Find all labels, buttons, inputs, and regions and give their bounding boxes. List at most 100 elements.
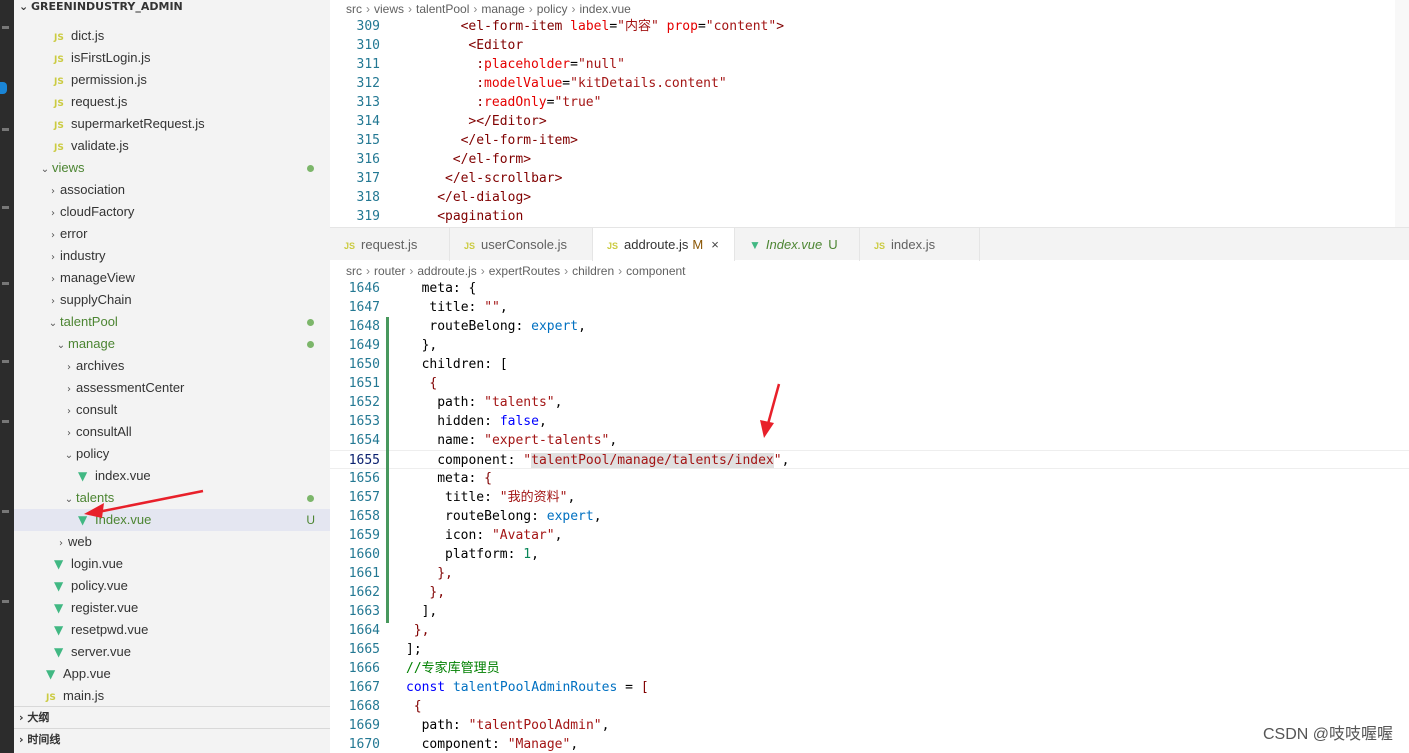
close-icon[interactable]: × xyxy=(711,237,719,252)
code-token: meta: { xyxy=(421,281,477,296)
tree-item[interactable]: JS isFirstLogin.js xyxy=(14,47,330,69)
tree-item[interactable]: ⌄ talents xyxy=(14,487,330,509)
tree-item[interactable]: ⌄ views xyxy=(14,157,330,179)
code-token: , xyxy=(593,509,602,524)
tree-item[interactable]: ▼ server.vue xyxy=(14,641,330,663)
tree-item-label: main.js xyxy=(63,688,105,703)
remote-icon[interactable] xyxy=(2,420,9,423)
breadcrumb-item[interactable]: src xyxy=(346,264,362,278)
line-number: 1666 xyxy=(348,661,380,676)
code-token: , xyxy=(781,453,790,468)
breadcrumb-item[interactable]: expertRoutes xyxy=(489,264,560,278)
update-badge-icon[interactable] xyxy=(0,82,7,94)
tree-item[interactable]: ▼ resetpwd.vue xyxy=(14,619,330,641)
tree-item-label: error xyxy=(60,226,88,241)
tree-item[interactable]: ⌄ manage xyxy=(14,333,330,355)
tree-item[interactable]: ▼ register.vue xyxy=(14,597,330,619)
code-line: 1659 icon: "Avatar", xyxy=(330,526,1409,545)
explorer-root[interactable]: ⌄ GREENINDUSTRY_ADMIN xyxy=(14,0,330,14)
tree-item[interactable]: ▼ App.vue xyxy=(14,663,330,685)
tree-item[interactable]: › manageView xyxy=(14,267,330,289)
docker-icon[interactable] xyxy=(2,600,9,603)
tree-item-label: resetpwd.vue xyxy=(71,622,149,637)
tree-item[interactable]: JS dict.js xyxy=(14,25,330,47)
code-text: ]; xyxy=(406,640,422,659)
scrollbar[interactable] xyxy=(1395,0,1409,227)
tree-item-label: manage xyxy=(68,336,115,351)
debug-icon[interactable] xyxy=(2,282,9,285)
code-text: </el-form> xyxy=(453,150,531,169)
tab-index-vue[interactable]: ▼ Index.vue U xyxy=(735,228,860,261)
tree-item[interactable]: › error xyxy=(14,223,330,245)
code-token: > xyxy=(523,190,532,205)
code-line: 1662}, xyxy=(330,583,1409,602)
timeline-section[interactable]: › 时间线 xyxy=(14,728,330,750)
code-token: Editor xyxy=(476,38,524,53)
tree-item[interactable]: JS validate.js xyxy=(14,135,330,157)
tree-item[interactable]: › industry xyxy=(14,245,330,267)
tree-item[interactable]: JS permission.js xyxy=(14,69,330,91)
code-token: modelValue xyxy=(484,76,563,91)
js-file-icon: JS xyxy=(54,77,64,87)
breadcrumb-item[interactable]: manage xyxy=(481,2,524,16)
tab-index-js[interactable]: JS index.js xyxy=(860,228,980,261)
tree-item[interactable]: › archives xyxy=(14,355,330,377)
tree-item[interactable]: › assessmentCenter xyxy=(14,377,330,399)
breadcrumb-item[interactable]: index.vue xyxy=(579,2,630,16)
tree-item[interactable]: ⌄ talentPool xyxy=(14,311,330,333)
tree-item[interactable]: ▼ policy.vue xyxy=(14,575,330,597)
tab-userconsole-js[interactable]: JS userConsole.js xyxy=(450,228,593,261)
watermark: CSDN @吱吱喔喔 xyxy=(1262,726,1393,743)
code-token: component xyxy=(437,453,508,468)
tree-item[interactable]: ⌄ policy xyxy=(14,443,330,465)
tree-item[interactable]: JS main.js xyxy=(14,685,330,707)
tree-item[interactable]: › association xyxy=(14,179,330,201)
code-text: <el-form-item label="内容" prop="content"> xyxy=(461,17,784,36)
code-line: 317 </el-scrollbar> xyxy=(330,169,1409,188)
tree-item[interactable]: › consult xyxy=(14,399,330,421)
code-line: 1646 meta: { xyxy=(330,279,1409,298)
code-token: = xyxy=(570,57,578,72)
code-token: : xyxy=(476,95,485,110)
tree-item[interactable]: › supplyChain xyxy=(14,289,330,311)
search-icon[interactable] xyxy=(2,128,9,131)
code-token: : xyxy=(452,718,469,733)
tree-item[interactable]: › consultAll xyxy=(14,421,330,443)
code-token: "kitDetails.content" xyxy=(570,76,727,91)
chevron-right-icon: › xyxy=(59,538,63,549)
code-token: prop xyxy=(666,19,698,34)
testing-icon[interactable] xyxy=(2,510,9,513)
breadcrumb-item[interactable]: policy xyxy=(537,2,568,16)
modified-dot xyxy=(307,319,314,326)
code-line: 1656 meta: { xyxy=(330,469,1409,488)
tree-item[interactable]: ▼ index.vue xyxy=(14,465,330,487)
tab-label: Index.vue xyxy=(765,237,823,252)
code-token: expert xyxy=(546,509,594,524)
outline-section[interactable]: › 大纲 xyxy=(14,706,330,728)
tab-addroute-js[interactable]: JS addroute.js M × xyxy=(593,228,735,261)
source-control-icon[interactable] xyxy=(2,206,9,209)
breadcrumb-item[interactable]: src xyxy=(346,2,362,16)
explorer-icon[interactable] xyxy=(2,26,9,29)
breadcrumb-item[interactable]: talentPool xyxy=(416,2,469,16)
tab-request-js[interactable]: JS request.js xyxy=(330,228,450,261)
extensions-icon[interactable] xyxy=(2,360,9,363)
code-text: ></Editor> xyxy=(468,112,546,131)
tree-item[interactable]: ▼ login.vue xyxy=(14,553,330,575)
code-line: 309 <el-form-item label="内容" prop="conten… xyxy=(330,17,1409,36)
tree-item-label: views xyxy=(52,160,85,175)
breadcrumb-item[interactable]: views xyxy=(374,2,404,16)
tree-item[interactable]: JS request.js xyxy=(14,91,330,113)
code-token: label xyxy=(570,19,610,34)
tree-item[interactable]: › web xyxy=(14,531,330,553)
code-text: { xyxy=(414,697,422,716)
line-number: 317 xyxy=(356,171,380,186)
breadcrumb-item[interactable]: component xyxy=(626,264,685,278)
breadcrumb-item[interactable]: children xyxy=(572,264,614,278)
tree-item-label: index.vue xyxy=(95,468,151,483)
tree-item[interactable]: › cloudFactory xyxy=(14,201,330,223)
breadcrumb-item[interactable]: router xyxy=(374,264,405,278)
breadcrumb-item[interactable]: addroute.js xyxy=(417,264,476,278)
tree-item[interactable]: ▼ Index.vue U xyxy=(14,509,330,531)
tree-item[interactable]: JS supermarketRequest.js xyxy=(14,113,330,135)
